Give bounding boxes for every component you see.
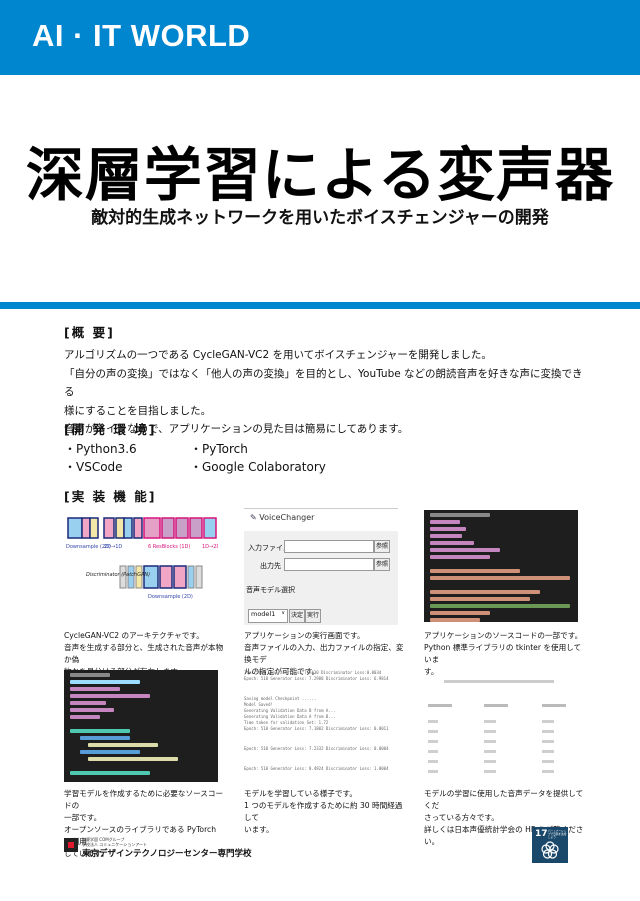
- input-file-field[interactable]: [284, 540, 374, 553]
- overview-heading: [概 要]: [64, 325, 115, 340]
- app-source-code-image: [424, 510, 578, 622]
- caption-line: います。: [244, 825, 274, 834]
- model-select-label: 音声モデル選択: [246, 586, 295, 594]
- decide-button[interactable]: 決定: [289, 609, 305, 623]
- env-item: ・Google Colaboratory: [190, 460, 326, 474]
- header-band: AI · IT WORLD: [0, 0, 640, 75]
- log-line: Epoch: 510 Generator Loss: 7.2988 Discri…: [244, 676, 389, 681]
- run-button[interactable]: 実行: [305, 609, 321, 623]
- input-browse-button[interactable]: 参照: [374, 540, 390, 553]
- output-label: 出力先: [260, 562, 281, 570]
- diagram-label: Downsample (2D): [148, 594, 193, 600]
- page-subtitle: 敵対的生成ネットワークを用いたボイスチェンジャーの開発: [91, 208, 549, 228]
- voice-data-image: [424, 670, 578, 782]
- app-screenshot: ✎ VoiceChanger 入力ファイル 参照 出力先 参照 音声モデル選択 …: [244, 508, 398, 625]
- diagram-label: Discriminator (PatchGAN): [86, 572, 150, 578]
- environment-heading: [開 発 環 境]: [64, 422, 157, 437]
- output-browse-button[interactable]: 参照: [374, 558, 390, 571]
- model-select[interactable]: model1 ∨: [248, 609, 288, 623]
- overview-line: アルゴリズムの一つである CycleGAN-VC2 を用いてボイスチェンジャーを…: [64, 349, 492, 361]
- voice-data-svg: [428, 680, 566, 773]
- env-item: ・VSCode: [64, 460, 123, 474]
- architecture-diagram-svg: Downsample (2D) 2D→1D 6 ResBlocks (1D) 1…: [66, 517, 218, 600]
- caption-training: モデルを学習している様子です。 1 つのモデルを作成するために約 30 時間経過…: [244, 788, 404, 836]
- school-name: 東京デザインテクノロジーセンター専門学校: [82, 849, 252, 859]
- caption-line: アプリケーションの実行画面です。: [244, 631, 365, 640]
- caption-line: アプリケーションのソースコードの一部です。: [424, 631, 583, 640]
- env-item: ・PyTorch: [190, 442, 248, 456]
- school-emblem-icon: [64, 838, 78, 852]
- caption-line: 一部です。: [64, 813, 102, 822]
- caption-line: Python 標準ライブラリの tkinter を使用していま: [424, 643, 582, 664]
- diagram-label: 6 ResBlocks (1D): [148, 544, 190, 550]
- diagram-label: 2D→1D: [104, 544, 122, 550]
- caption-line: モデルの学習に使用した音声データを提供してくだ: [424, 789, 584, 810]
- model-source-code-image: [64, 670, 218, 782]
- sdg-flower-icon: [541, 841, 559, 859]
- model-select-value: model1: [251, 610, 276, 618]
- sdg-number: 17: [535, 829, 548, 839]
- sdg-17-badge: 17 パートナーシップで目標を達成しよう: [532, 827, 568, 863]
- output-field[interactable]: [284, 558, 374, 571]
- caption-line: モデルを学習している様子です。: [244, 789, 357, 798]
- generator-blocks: [67, 517, 217, 539]
- log-line: Epoch: 510 Generator Loss: 7.2332 Discri…: [244, 746, 389, 751]
- caption-line: CycleGAN-VC2 のアーキテクチャです。: [64, 631, 204, 640]
- app-titlebar: ✎ VoiceChanger: [244, 509, 398, 531]
- log-line: Epoch: 510 Generator Loss: 7.1802 Discri…: [244, 726, 389, 731]
- features-heading: [実 装 機 能]: [64, 489, 157, 504]
- env-item: ・Python3.6: [64, 442, 137, 456]
- caption-line: さっている方々です。: [424, 813, 499, 822]
- app-window-title: VoiceChanger: [259, 513, 315, 522]
- caption-line: 学習モデルを作成するために必要なソースコードの: [64, 789, 224, 810]
- feather-icon: ✎: [250, 513, 257, 522]
- page-title: 深層学習による変声器: [25, 141, 615, 209]
- log-line: Epoch: 510 Generator Loss: 8.4924 Discri…: [244, 766, 389, 771]
- training-log-image: Iter:5000 Generator Loss:7.7430 Discrimi…: [244, 670, 398, 782]
- architecture-diagram: Downsample (2D) 2D→1D 6 ResBlocks (1D) 1…: [64, 508, 218, 624]
- diagram-label: 1D→2D: [202, 544, 218, 550]
- caption-line: 1 つのモデルを作成するために約 30 時間経過して: [244, 801, 403, 822]
- sdg-text: パートナーシップで目標を達成しよう: [548, 830, 567, 840]
- caption-line: 音声を生成する部分と、生成された音声が本物か偽: [64, 643, 224, 664]
- overview-line: 「自分の声の変換」ではなく「他人の声の変換」を目的とし、YouTube などの朗…: [64, 367, 583, 399]
- divider-stripe: [0, 302, 640, 309]
- overview-line: 様にすることを目指しました。: [64, 404, 212, 417]
- brand-title: AI · IT WORLD: [32, 18, 251, 53]
- chevron-down-icon: ∨: [281, 610, 285, 616]
- caption-line: 音声ファイルの入力、出力ファイルの指定、変換モデ: [244, 643, 404, 664]
